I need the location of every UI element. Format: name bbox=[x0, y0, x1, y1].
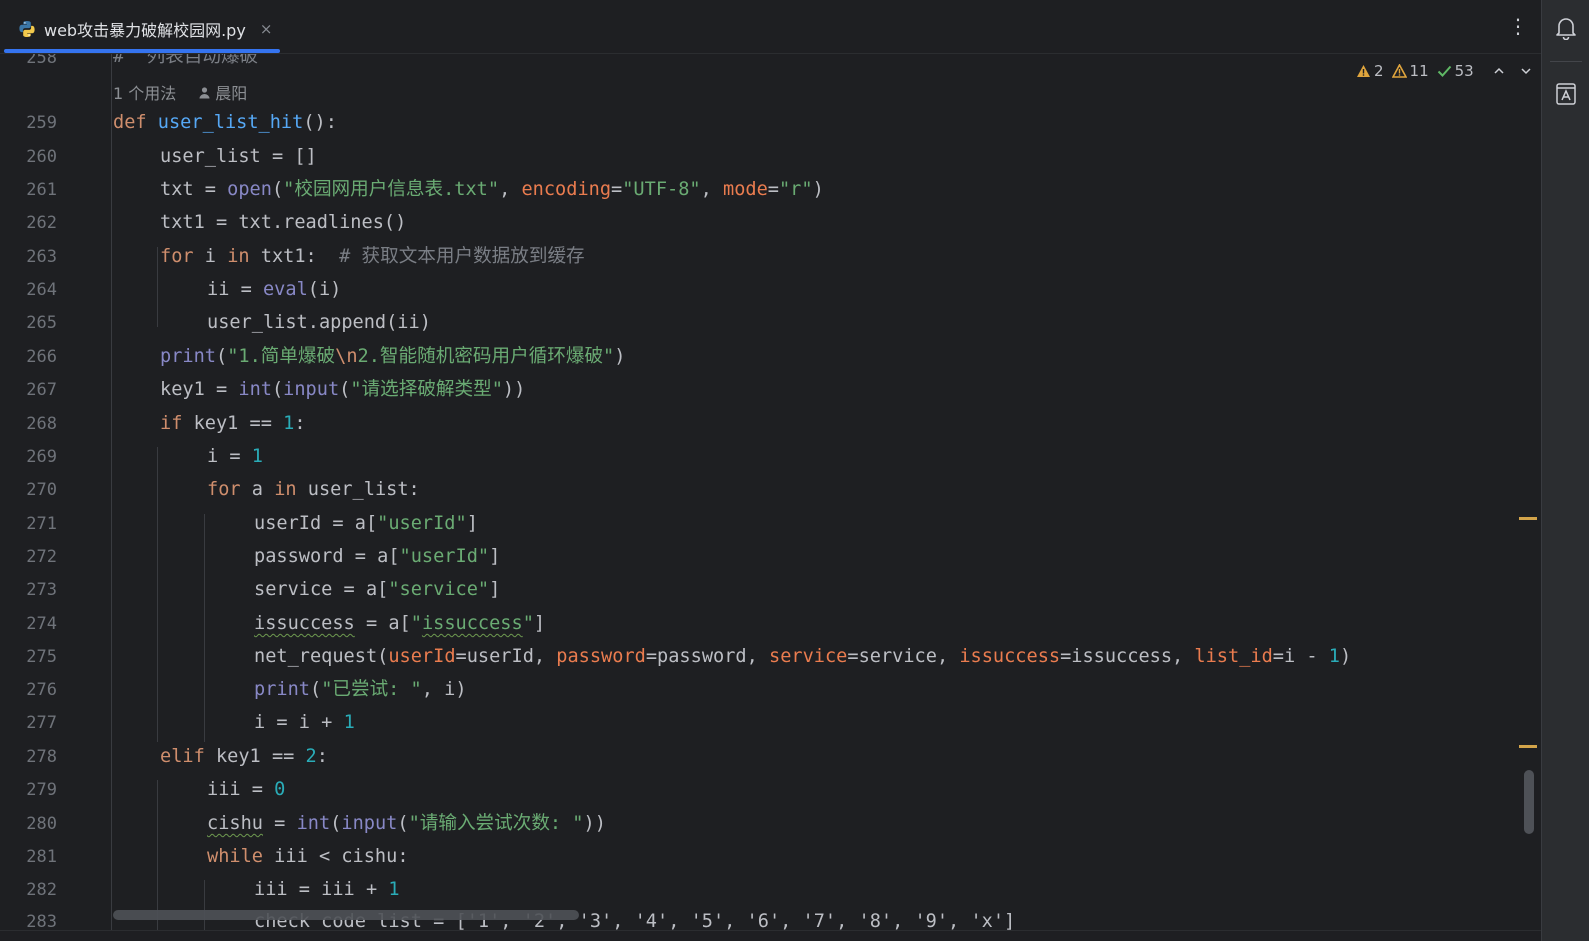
tab-title: web攻击暴力破解校园网.py bbox=[44, 21, 246, 40]
line-number: 274 bbox=[26, 614, 57, 634]
line-number: 280 bbox=[26, 814, 57, 834]
chevron-up-icon[interactable] bbox=[1492, 64, 1506, 78]
warning-stripe-marker[interactable] bbox=[1519, 517, 1537, 520]
warnings-count[interactable]: 11 bbox=[1391, 62, 1429, 80]
line-number: 275 bbox=[26, 647, 57, 667]
line-number: 266 bbox=[26, 347, 57, 367]
code-line: service = a["service"] bbox=[254, 579, 501, 600]
line-number-gutter: 258 259 260 261 262 263 264 265 266 267 … bbox=[0, 54, 110, 941]
line-number: 283 bbox=[26, 912, 57, 932]
code-line: ii = eval(i) bbox=[207, 279, 342, 300]
ai-assistant-icon[interactable] bbox=[1555, 82, 1577, 106]
line-number: 277 bbox=[26, 713, 57, 733]
code-line: net_request(userId=userId, password=pass… bbox=[254, 646, 1352, 667]
code-line: i = 1 bbox=[207, 446, 263, 467]
author-hint: 晨阳 bbox=[215, 84, 248, 103]
indent-guide bbox=[204, 514, 205, 742]
line-number: 258 bbox=[26, 54, 57, 68]
code-line: iii = iii + 1 bbox=[254, 879, 400, 900]
code-line: for i in txt1: # 获取文本用户数据放到缓存 bbox=[160, 246, 585, 267]
editor-tab-bar: web攻击暴力破解校园网.py × ⋮ bbox=[0, 0, 1541, 54]
weak-warning-icon bbox=[1391, 64, 1407, 78]
line-number: 261 bbox=[26, 180, 57, 200]
code-line: issuccess = a["issuccess"] bbox=[254, 613, 546, 634]
line-number: 260 bbox=[26, 147, 57, 167]
check-icon bbox=[1437, 65, 1451, 77]
line-number: 265 bbox=[26, 313, 57, 333]
code-line: txt1 = txt.readlines() bbox=[160, 212, 407, 233]
line-number: 273 bbox=[26, 580, 57, 600]
ok-count[interactable]: 53 bbox=[1437, 62, 1474, 80]
indent-guide bbox=[157, 247, 158, 327]
line-number: 276 bbox=[26, 680, 57, 700]
more-options-icon[interactable]: ⋮ bbox=[1508, 16, 1528, 36]
line-number: 263 bbox=[26, 247, 57, 267]
horizontal-scrollbar[interactable] bbox=[113, 910, 579, 920]
editor-bottom-edge bbox=[0, 930, 1541, 941]
line-number: 269 bbox=[26, 447, 57, 467]
chevron-down-icon[interactable] bbox=[1519, 64, 1533, 78]
right-tool-strip bbox=[1541, 0, 1589, 941]
inspection-widget[interactable]: 2 11 53 bbox=[1356, 62, 1536, 80]
code-line: iii = 0 bbox=[207, 779, 286, 800]
line-number: 272 bbox=[26, 547, 57, 567]
python-file-icon bbox=[19, 21, 35, 37]
line-number: 278 bbox=[26, 747, 57, 767]
line-number: 264 bbox=[26, 280, 57, 300]
line-number: 270 bbox=[26, 480, 57, 500]
code-area[interactable]: # 列表自动爆破 1 个用法 晨阳 def user_list_hit(): u… bbox=[111, 54, 1513, 941]
code-line: # 列表自动爆破 bbox=[113, 54, 259, 67]
code-line: txt = open("校园网用户信息表.txt", encoding="UTF… bbox=[160, 179, 824, 200]
code-line: key1 = int(input("请选择破解类型")) bbox=[160, 379, 526, 400]
code-line: user_list = [] bbox=[160, 146, 317, 167]
code-line: print("1.简单爆破\n2.智能随机密码用户循环爆破") bbox=[160, 346, 626, 367]
editor-tab[interactable]: web攻击暴力破解校园网.py × bbox=[4, 4, 280, 54]
line-number: 267 bbox=[26, 380, 57, 400]
close-icon[interactable]: × bbox=[260, 20, 273, 38]
person-icon bbox=[199, 86, 210, 98]
inlay-hint[interactable]: 1 个用法 晨阳 bbox=[113, 80, 247, 104]
line-number: 282 bbox=[26, 880, 57, 900]
errors-count[interactable]: 2 bbox=[1356, 62, 1384, 80]
code-line: userId = a["userId"] bbox=[254, 513, 478, 534]
tool-strip-separator bbox=[1550, 61, 1582, 62]
code-line: i = i + 1 bbox=[254, 712, 355, 733]
vertical-scrollbar[interactable] bbox=[1524, 770, 1534, 834]
warning-icon bbox=[1357, 65, 1370, 77]
code-line: print("已尝试: ", i) bbox=[254, 679, 467, 700]
bell-icon[interactable] bbox=[1555, 16, 1577, 40]
code-line: password = a["userId"] bbox=[254, 546, 501, 567]
code-line: for a in user_list: bbox=[207, 479, 420, 500]
line-number: 281 bbox=[26, 847, 57, 867]
line-number: 262 bbox=[26, 213, 57, 233]
code-line: elif key1 == 2: bbox=[160, 746, 328, 767]
code-line: def user_list_hit(): bbox=[113, 112, 337, 133]
line-number: 268 bbox=[26, 414, 57, 434]
code-line: if key1 == 1: bbox=[160, 413, 306, 434]
code-line: user_list.append(ii) bbox=[207, 312, 431, 333]
usages-hint[interactable]: 1 个用法 bbox=[113, 80, 176, 104]
indent-guide bbox=[157, 447, 158, 742]
code-line: while iii < cishu: bbox=[207, 846, 409, 867]
indent-guide bbox=[111, 54, 112, 941]
warning-stripe-marker[interactable] bbox=[1519, 745, 1537, 748]
line-number: 279 bbox=[26, 780, 57, 800]
line-number: 271 bbox=[26, 514, 57, 534]
code-line: cishu = int(input("请输入尝试次数: ")) bbox=[207, 813, 606, 834]
line-number: 259 bbox=[26, 113, 57, 133]
code-editor[interactable]: 258 259 260 261 262 263 264 265 266 267 … bbox=[0, 54, 1541, 941]
active-tab-indicator bbox=[4, 49, 280, 53]
